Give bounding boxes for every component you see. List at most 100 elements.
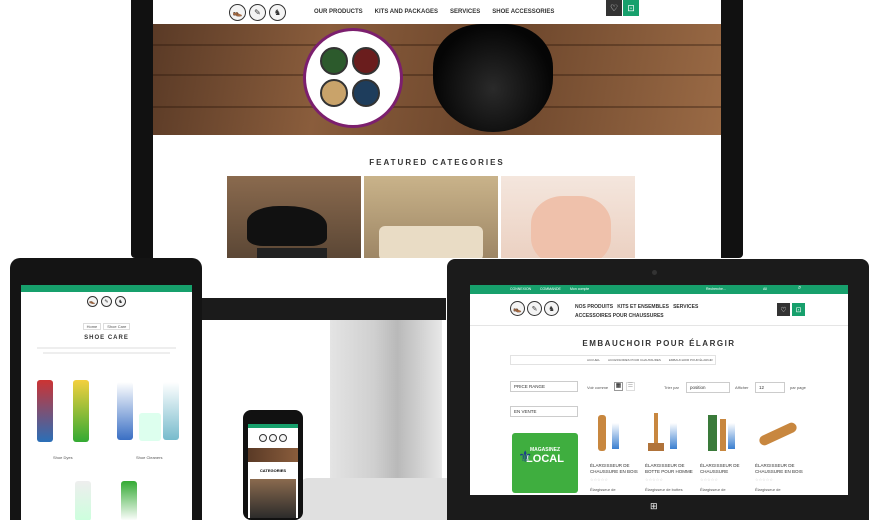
search-scope-select[interactable]: All: [763, 287, 767, 291]
phone-screen: CATEGORIES: [248, 424, 298, 518]
sort-select[interactable]: position: [686, 382, 730, 393]
nav-kits-ensembles[interactable]: KITS ET ENSEMBLES: [617, 304, 669, 310]
product-label-dyes[interactable]: Shoe Dyes: [53, 455, 73, 460]
breadcrumb-current: Shoe Care: [103, 323, 131, 330]
product-image[interactable]: [139, 413, 161, 441]
divider: [470, 325, 848, 326]
product-name[interactable]: ÉLARGISSEUR DE CHAUSSURE: [700, 463, 746, 475]
brush-logo-icon: ✎: [249, 3, 266, 21]
category-tile-furniture[interactable]: [364, 176, 498, 258]
polish-tin: [320, 47, 348, 75]
sort-value: position: [690, 385, 706, 390]
wishlist-button[interactable]: ♡: [606, 0, 622, 16]
product-image[interactable]: [700, 411, 740, 455]
rating-stars: ☆☆☆☆☆: [700, 477, 718, 482]
category-tile-skin-care[interactable]: [501, 176, 635, 258]
monitor-bezel-bottom: [200, 298, 446, 320]
brush-logo-icon: [269, 434, 277, 442]
product-desc: Élargisseur de: [755, 487, 781, 492]
brush-logo-icon: ✎: [527, 301, 542, 316]
tablet-right-top-bar: CONNEXION COMMANDE Mon compte Recherche.…: [470, 285, 848, 294]
breadcrumb-home[interactable]: ACCUEIL: [587, 358, 600, 362]
desktop-nav: OUR PRODUCTS KITS AND PACKAGES SERVICES …: [314, 9, 554, 15]
tablet-right-logo[interactable]: 👞 ✎ ♞: [510, 301, 559, 316]
topbar-order[interactable]: COMMANDE: [540, 287, 561, 291]
polish-tin: [352, 47, 380, 75]
page-title: EMBAUCHOIR POUR ÉLARGIR: [582, 339, 736, 348]
box-image: [257, 248, 327, 258]
polish-tins-image: [303, 28, 403, 128]
on-sale-filter[interactable]: EN VENTE: [510, 406, 578, 417]
product-image[interactable]: [121, 481, 137, 520]
product-image[interactable]: [646, 411, 686, 455]
product-image[interactable]: [117, 382, 133, 440]
wishlist-button[interactable]: ♡: [777, 303, 790, 316]
product-desc: Élargisseur de: [590, 487, 616, 492]
view-as-label: Voir comme: [587, 385, 609, 390]
topbar-login[interactable]: CONNEXION: [510, 287, 531, 291]
search-icon[interactable]: ⌕: [798, 285, 801, 292]
camera-dot: [652, 270, 657, 275]
phone-category-image[interactable]: [250, 479, 296, 518]
product-image[interactable]: [73, 380, 89, 442]
product-image[interactable]: [163, 382, 179, 440]
hero-banner: [153, 24, 721, 135]
intro-text-line: [37, 347, 176, 349]
cart-icon: ⊡: [795, 306, 802, 314]
product-image[interactable]: [75, 481, 91, 520]
fleur-de-lis-icon: ⚜: [518, 449, 533, 466]
shop-local-bag[interactable]: MAGASINEZ LOCAL ⚜: [512, 433, 578, 493]
product-desc: Élargisseur de: [700, 487, 726, 492]
shoe-logo-icon: 👞: [87, 296, 98, 307]
shoe-image: [247, 206, 327, 246]
wood-line: [153, 44, 721, 46]
breadcrumb-home[interactable]: Home: [82, 323, 102, 330]
sort-by-label: Trier par: [664, 385, 679, 390]
grid-view-icon[interactable]: ▦: [614, 382, 623, 391]
polish-tin: [352, 79, 380, 107]
featured-categories-title: FEATURED CATEGORIES: [369, 158, 505, 167]
category-tile-shoe-trees[interactable]: [227, 176, 361, 258]
windows-logo-icon[interactable]: ⊞: [650, 501, 660, 511]
breadcrumb: ACCUEIL ACCESSOIRES POUR CHAUSSURES EMBA…: [510, 355, 716, 365]
polish-tin: [320, 79, 348, 107]
heart-icon: ♡: [609, 2, 619, 13]
cart-button[interactable]: ⊡: [792, 303, 805, 316]
shoe-logo-icon: [259, 434, 267, 442]
nav-our-products[interactable]: OUR PRODUCTS: [314, 9, 363, 15]
breadcrumb-accessories[interactable]: ACCESSOIRES POUR CHAUSSURES: [608, 358, 661, 362]
nav-services[interactable]: SERVICES: [450, 9, 480, 15]
topbar-account[interactable]: Mon compte: [570, 287, 589, 291]
product-name[interactable]: ÉLARGISSEUR DE CHAUSSURE EN BOIS: [590, 463, 638, 475]
nav-nos-produits[interactable]: NOS PRODUITS: [575, 304, 613, 310]
product-name[interactable]: ÉLARGISSEUR DE BOTTE POUR HOMME: [645, 463, 693, 475]
phone-section-title: CATEGORIES: [259, 468, 287, 473]
site-logo[interactable]: 👞 ✎ ♞: [229, 3, 286, 21]
cart-button[interactable]: ⊡: [623, 0, 639, 16]
phone-hero: [248, 448, 298, 462]
search-input[interactable]: Recherche...: [706, 287, 726, 291]
price-range-filter[interactable]: PRICE RANGE: [510, 381, 578, 392]
nav-kits-packages[interactable]: KITS AND PACKAGES: [375, 9, 438, 15]
rating-stars: ☆☆☆☆☆: [755, 477, 773, 482]
product-label-cleaners[interactable]: Shoe Cleaners: [136, 455, 162, 460]
tablet-logo[interactable]: 👞 ✎ ♞: [21, 296, 192, 307]
phone-logo[interactable]: [248, 434, 298, 442]
nav-shoe-accessories[interactable]: SHOE ACCESSORIES: [492, 9, 554, 15]
product-name[interactable]: ÉLARGISSEUR DE CHAUSSURE EN BOIS: [755, 463, 803, 475]
product-image[interactable]: [756, 411, 802, 455]
product-desc: Élargisseur de bottes: [645, 487, 683, 492]
nav-accessoires[interactable]: ACCESSOIRES POUR CHAUSSURES: [575, 313, 664, 319]
boot-logo-icon: ♞: [115, 296, 126, 307]
boot-logo-icon: [279, 434, 287, 442]
desktop-screen: 👞 ✎ ♞ OUR PRODUCTS KITS AND PACKAGES SER…: [153, 0, 721, 258]
desktop-header: 👞 ✎ ♞ OUR PRODUCTS KITS AND PACKAGES SER…: [153, 0, 721, 24]
list-view-icon[interactable]: ☰: [626, 382, 635, 391]
show-label: Afficher: [735, 385, 749, 390]
product-image[interactable]: [590, 411, 630, 455]
nav-services[interactable]: SERVICES: [673, 304, 698, 310]
per-page-select[interactable]: 12: [755, 382, 785, 393]
tablet-top-bar: [21, 285, 192, 292]
product-image[interactable]: [37, 380, 53, 442]
rating-stars: ☆☆☆☆☆: [590, 477, 608, 482]
